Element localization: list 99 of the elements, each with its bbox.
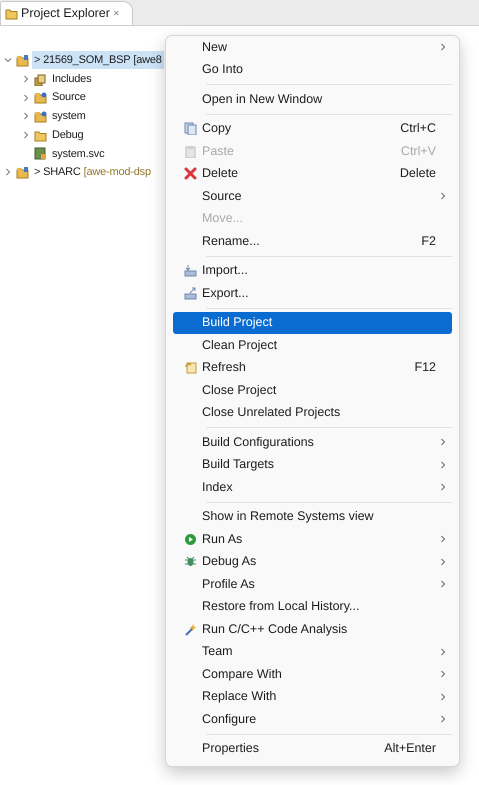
menu-label: Clean Project [202,336,278,354]
shortcut-label: F12 [414,359,436,376]
menu-label: Build Project [202,314,274,332]
repository-label: [awe-mod-dsp [84,165,151,180]
clipboard-icon [184,144,196,158]
shortcut-label: F2 [421,232,436,250]
tree-item[interactable]: Source [50,88,88,107]
menu-item[interactable]: Refresh F12 [173,356,452,379]
library-icon [34,72,47,86]
shortcut-label: Ctrl+V [400,142,436,160]
menu-label: Profile As [202,576,256,593]
menu-item[interactable]: Team [173,640,452,663]
shortcut-label: Ctrl+C [400,120,436,138]
menu-label: Paste [202,142,235,160]
menu-label: Team [202,643,234,660]
tree-item[interactable]: system.svc [50,144,106,163]
shortcut-label: Alt+Enter [384,740,436,758]
tab-title: Project Explorer [21,5,110,22]
menu-label: New [202,38,228,56]
export-icon [184,286,196,300]
menu-item[interactable]: Restore from Local History... [173,596,452,618]
menu-item[interactable]: Copy Ctrl+C [173,118,452,140]
menu-label: Rename... [202,232,261,250]
import-icon [184,264,196,278]
menu-item[interactable]: Run As [173,528,452,550]
menu-label: Import... [202,262,249,280]
menu-item[interactable]: Go Into [173,58,452,81]
refresh-icon [184,361,196,374]
project-name: > 21569_SOM_BSP [34,53,130,68]
folder-icon [34,110,47,123]
menu-item[interactable]: Clean Project [173,334,452,356]
menu-item[interactable]: Replace With [173,686,452,708]
menu-item[interactable]: Build Project [173,312,452,334]
folder-icon [16,166,29,179]
menu-label: Go Into [202,61,244,78]
project-name: > SHARC [34,165,81,180]
menu-item[interactable]: Rename... F2 [173,230,452,252]
close-button[interactable]: ✕ [112,8,120,20]
menu-item[interactable]: Close Unrelated Projects [173,402,452,424]
tree-item[interactable]: system [50,107,88,126]
menu-label: Move... [202,210,244,228]
tree-item[interactable]: Debug [50,126,86,144]
file-icon [34,147,47,160]
view-tab[interactable]: Project Explorer ✕ [0,1,133,25]
run-icon [184,532,196,546]
expand-chevron-icon[interactable] [21,130,31,140]
menu-item[interactable]: Delete Delete [173,162,452,185]
menu-label: Properties [202,740,260,758]
menu-item[interactable]: Source [173,185,452,208]
tree-item-highlight[interactable]: > 21569_SOM_BSP [awe8 [32,51,164,70]
menu-item[interactable]: Show in Remote Systems view [173,506,452,528]
expand-chevron-icon[interactable] [21,74,31,84]
menu-label: Show in Remote Systems view [202,508,375,526]
menu-label: Copy [202,120,232,138]
shortcut-label: Delete [400,165,436,182]
menu-label: Run As [202,530,244,548]
expand-chevron-icon[interactable] [3,167,13,178]
menu-label: Replace With [202,688,278,706]
wand-icon [184,622,196,636]
folder-icon [5,7,18,20]
menu-item[interactable]: Open in New Window [173,88,452,110]
menu-item[interactable]: Export... [173,282,452,304]
menu-item[interactable]: Properties Alt+Enter [173,738,452,760]
menu-item[interactable]: Compare With [173,663,452,686]
menu-item[interactable]: Build Configurations [173,431,452,454]
folder-icon [34,128,47,142]
delete-icon [184,167,196,180]
menu-item[interactable]: Build Targets [173,454,452,476]
menu-label: Index [202,478,234,496]
menu-label: Compare With [202,666,283,683]
menu-label: Open in New Window [202,90,324,108]
menu-label: Delete [202,165,240,182]
menu-item[interactable]: Run C/C++ Code Analysis [173,618,452,640]
menu-label: Export... [202,284,250,302]
menu-label: Configure [202,710,258,728]
menu-label: Debug As [202,553,258,570]
bug-icon [184,555,196,568]
menu-item[interactable]: Index [173,476,452,498]
repository-label: [awe8 [133,53,162,68]
expand-chevron-icon[interactable] [21,111,31,122]
menu-item[interactable]: New [173,36,452,58]
menu-item[interactable]: Close Project [173,379,452,402]
menu-label: Run C/C++ Code Analysis [202,620,348,638]
tree-item[interactable]: Includes [50,70,94,88]
menu-label: Restore from Local History... [202,598,360,616]
menu-label: Build Configurations [202,434,315,451]
menu-label: Close Project [202,382,278,399]
folder-icon [34,91,47,104]
copy-icon [184,122,196,136]
menu-label: Close Unrelated Projects [202,404,342,422]
menu-item[interactable]: Import... [173,260,452,282]
menu-label: Refresh [202,359,247,376]
expand-chevron-icon[interactable] [21,92,31,103]
menu-item[interactable]: Profile As [173,573,452,596]
menu-item[interactable]: Debug As [173,550,452,573]
folder-icon [16,54,29,67]
menu-item[interactable]: Configure [173,708,452,730]
menu-label: Build Targets [202,456,276,474]
menu-label: Source [202,188,243,205]
